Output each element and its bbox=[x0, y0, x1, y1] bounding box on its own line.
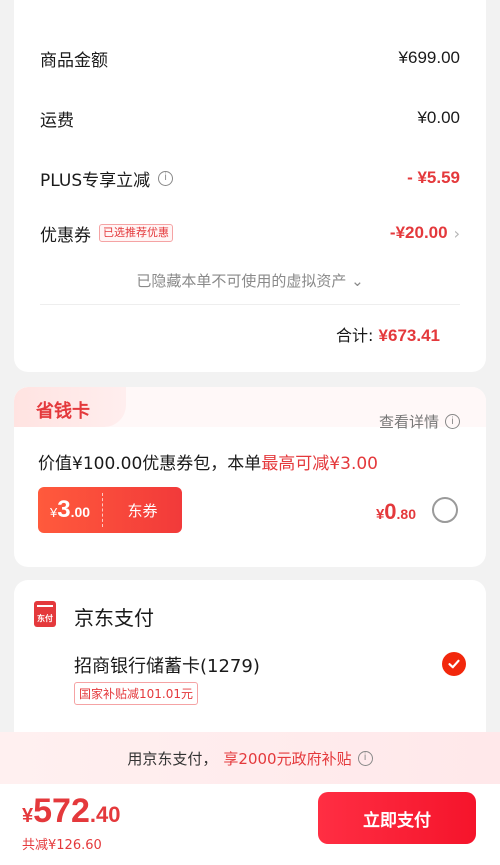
jd-pay-icon: 东付 bbox=[34, 601, 56, 627]
product-amount-label: 商品金额 bbox=[40, 50, 108, 71]
savings-card-tab: 省钱卡 bbox=[14, 387, 126, 427]
plus-discount-label: PLUS专享立减 bbox=[40, 170, 151, 191]
plus-discount-row: PLUS专享立减 i - ¥5.59 bbox=[40, 165, 460, 191]
government-subsidy-banner[interactable]: 用京东支付， 享2000元政府补贴 i bbox=[0, 732, 500, 784]
bank-card-select-radio[interactable] bbox=[442, 652, 466, 676]
total-discount: 共减¥126.60 bbox=[22, 838, 102, 853]
payable-amount: ¥572.40 bbox=[22, 792, 120, 831]
savings-card: 省钱卡 查看详情 i 价值¥100.00优惠券包，本单最高可减¥3.00 ¥3.… bbox=[14, 387, 486, 567]
hidden-virtual-assets-toggle[interactable]: 已隐藏本单不可使用的虚拟资产 ⌄ bbox=[14, 270, 486, 291]
coupon-amount-integer: 3 bbox=[57, 496, 71, 523]
view-details-label: 查看详情 bbox=[378, 413, 439, 431]
coupon-amount: ¥3.00 bbox=[38, 496, 102, 524]
info-icon: i bbox=[357, 750, 373, 766]
info-icon[interactable]: i bbox=[158, 170, 174, 186]
price-integer: 0 bbox=[384, 499, 397, 524]
coupon-row[interactable]: 优惠券 已选推荐优惠 -¥20.00 › bbox=[40, 220, 460, 246]
currency-symbol: ¥ bbox=[22, 805, 34, 827]
hidden-assets-text: 已隐藏本单不可使用的虚拟资产 bbox=[136, 272, 347, 290]
chevron-down-icon: ⌄ bbox=[351, 272, 364, 290]
divider bbox=[40, 304, 460, 305]
shipping-value: ¥0.00 bbox=[417, 108, 460, 127]
bank-card-name[interactable]: 招商银行储蓄卡(1279) bbox=[74, 652, 260, 678]
price-decimal: .80 bbox=[396, 506, 416, 522]
checkmark-icon bbox=[448, 659, 460, 669]
max-discount-highlight: 最高可减¥3.00 bbox=[261, 454, 378, 474]
plus-discount-value: - ¥5.59 bbox=[407, 168, 460, 187]
shipping-label: 运费 bbox=[40, 110, 74, 131]
subsidy-badge: 国家补贴减101.01元 bbox=[74, 682, 198, 705]
view-details-link[interactable]: 查看详情 i bbox=[379, 411, 460, 432]
payment-method-title: 京东支付 bbox=[74, 606, 154, 630]
coupon-amount-decimal: .00 bbox=[70, 504, 91, 520]
coupon-label: 优惠券 bbox=[40, 225, 91, 246]
coupon-name: 东券 bbox=[127, 501, 158, 520]
coupon-ticket: ¥3.00 东券 bbox=[38, 487, 182, 533]
product-amount-row: 商品金额 ¥699.00 bbox=[40, 45, 460, 71]
total-label: 合计: bbox=[336, 326, 374, 345]
recommended-coupon-badge: 已选推荐优惠 bbox=[99, 224, 173, 242]
fee-summary-card: 商品金额 ¥699.00 运费 ¥0.00 PLUS专享立减 i - ¥5.59… bbox=[14, 0, 486, 372]
product-amount-value: ¥699.00 bbox=[398, 48, 460, 67]
pay-now-button[interactable]: 立即支付 bbox=[318, 792, 476, 844]
total-value: ¥673.41 bbox=[378, 326, 440, 345]
promo-highlight: 享2000元政府补贴 bbox=[223, 749, 352, 768]
shipping-row: 运费 ¥0.00 bbox=[40, 105, 460, 131]
savings-card-title: 省钱卡 bbox=[36, 401, 90, 422]
checkout-bar: ¥572.40 共减¥126.60 立即支付 bbox=[0, 784, 500, 865]
chevron-right-icon: › bbox=[453, 223, 460, 243]
savings-card-description: 价值¥100.00优惠券包，本单最高可减¥3.00 bbox=[38, 449, 378, 474]
info-icon: i bbox=[445, 414, 460, 429]
promo-prefix: 用京东支付， bbox=[127, 749, 218, 768]
amount-decimal: .40 bbox=[89, 802, 121, 827]
savings-card-price: ¥0.80 bbox=[376, 499, 416, 525]
amount-integer: 572 bbox=[33, 792, 90, 830]
description-text: 价值¥100.00优惠券包，本单 bbox=[38, 454, 262, 474]
savings-card-select-radio[interactable] bbox=[432, 497, 458, 523]
coupon-value: -¥20.00 bbox=[389, 223, 448, 242]
order-total: 合计: ¥673.41 bbox=[336, 322, 440, 346]
